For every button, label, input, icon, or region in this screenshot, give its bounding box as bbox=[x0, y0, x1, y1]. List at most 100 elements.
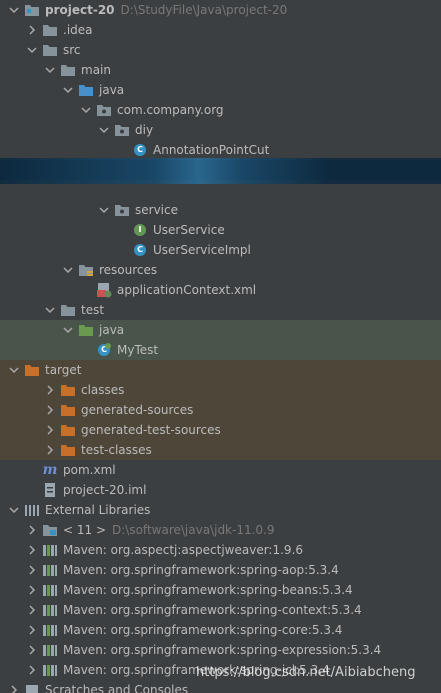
tree-row-generated-test-sources[interactable]: generated-test-sources bbox=[0, 420, 441, 440]
chevron-right-icon[interactable] bbox=[26, 540, 38, 560]
library-icon bbox=[42, 662, 58, 678]
folder-label: resources bbox=[99, 263, 158, 277]
tree-row-library[interactable]: Maven: org.springframework:spring-contex… bbox=[0, 600, 441, 620]
test-class-icon: C bbox=[96, 342, 112, 358]
chevron-right-icon[interactable] bbox=[26, 600, 38, 620]
chevron-right-icon[interactable] bbox=[26, 20, 38, 40]
tree-row-diy[interactable]: diy bbox=[0, 120, 441, 140]
chevron-right-icon[interactable] bbox=[26, 640, 38, 660]
chevron-down-icon[interactable] bbox=[8, 500, 20, 520]
excluded-folder-icon bbox=[60, 442, 76, 458]
file-label: applicationContext.xml bbox=[117, 283, 257, 297]
tree-row-annotation-point-cut[interactable]: C AnnotationPointCut bbox=[0, 140, 441, 160]
jdk-path: D:\software\java\jdk-11.0.9 bbox=[112, 523, 275, 537]
project-path: D:\StudyFile\Java\project-20 bbox=[120, 3, 288, 17]
tree-row-package[interactable]: com.company.org bbox=[0, 100, 441, 120]
source-folder-icon bbox=[78, 82, 94, 98]
folder-label: .idea bbox=[63, 23, 93, 37]
tree-row-generated-sources[interactable]: generated-sources bbox=[0, 400, 441, 420]
library-label: Maven: org.springframework:spring-contex… bbox=[63, 603, 362, 617]
chevron-right-icon[interactable] bbox=[26, 620, 38, 640]
tree-row-test-java[interactable]: java bbox=[0, 320, 441, 340]
package-icon bbox=[114, 122, 130, 138]
chevron-down-icon[interactable] bbox=[80, 100, 92, 120]
chevron-down-icon[interactable] bbox=[44, 60, 56, 80]
external-libraries-label: External Libraries bbox=[45, 503, 151, 517]
file-label: project-20.iml bbox=[63, 483, 147, 497]
chevron-right-icon[interactable] bbox=[44, 380, 56, 400]
tree-row-service[interactable]: service bbox=[0, 200, 441, 220]
excluded-folder-icon bbox=[60, 382, 76, 398]
file-label: UserServiceImpl bbox=[153, 243, 251, 257]
tree-row-src[interactable]: src bbox=[0, 40, 441, 60]
tree-row-external-libraries[interactable]: External Libraries bbox=[0, 500, 441, 520]
chevron-down-icon[interactable] bbox=[8, 360, 20, 380]
file-label: pom.xml bbox=[63, 463, 116, 477]
library-icon bbox=[42, 542, 58, 558]
folder-label: target bbox=[45, 363, 82, 377]
watermark: https://blog.csdn.net/Aibiabcheng bbox=[196, 665, 416, 680]
file-label: UserService bbox=[153, 223, 225, 237]
tree-row-jdk[interactable]: < 11 > D:\software\java\jdk-11.0.9 bbox=[0, 520, 441, 540]
tree-row-iml[interactable]: project-20.iml bbox=[0, 480, 441, 500]
folder-label: main bbox=[81, 63, 111, 77]
chevron-down-icon[interactable] bbox=[62, 80, 74, 100]
tree-row-library[interactable]: Maven: org.aspectj:aspectjweaver:1.9.6 bbox=[0, 540, 441, 560]
folder-label: java bbox=[99, 83, 125, 97]
chevron-down-icon[interactable] bbox=[62, 320, 74, 340]
tree-row-app-context[interactable]: applicationContext.xml bbox=[0, 280, 441, 300]
tree-row-scratches[interactable]: Scratches and Consoles bbox=[0, 680, 441, 693]
chevron-right-icon[interactable] bbox=[8, 680, 20, 693]
package-icon bbox=[96, 102, 112, 118]
chevron-right-icon[interactable] bbox=[26, 560, 38, 580]
tree-row-main[interactable]: main bbox=[0, 60, 441, 80]
chevron-right-icon[interactable] bbox=[26, 520, 38, 540]
tree-row-user-service[interactable]: I UserService bbox=[0, 220, 441, 240]
tree-row-test[interactable]: test bbox=[0, 300, 441, 320]
chevron-down-icon[interactable] bbox=[98, 200, 110, 220]
chevron-down-icon[interactable] bbox=[98, 120, 110, 140]
tree-row-resources[interactable]: resources bbox=[0, 260, 441, 280]
resources-folder-icon bbox=[78, 262, 94, 278]
folder-label: java bbox=[99, 323, 125, 337]
tree-row-user-service-impl[interactable]: C UserServiceImpl bbox=[0, 240, 441, 260]
chevron-right-icon[interactable] bbox=[44, 420, 56, 440]
class-icon: C bbox=[132, 142, 148, 158]
folder-label: generated-test-sources bbox=[81, 423, 221, 437]
tree-row-classes[interactable]: classes bbox=[0, 380, 441, 400]
tree-row-java[interactable]: java bbox=[0, 80, 441, 100]
library-label: Maven: org.springframework:spring-expres… bbox=[63, 643, 382, 657]
maven-icon: m bbox=[42, 462, 58, 478]
chevron-right-icon[interactable] bbox=[26, 660, 38, 680]
jdk-folder-icon bbox=[42, 522, 58, 538]
library-icon bbox=[42, 602, 58, 618]
tree-row-pom[interactable]: m pom.xml bbox=[0, 460, 441, 480]
tree-row-test-classes[interactable]: test-classes bbox=[0, 440, 441, 460]
library-icon bbox=[42, 622, 58, 638]
tree-row-library[interactable]: Maven: org.springframework:spring-beans:… bbox=[0, 580, 441, 600]
library-icon bbox=[42, 642, 58, 658]
libraries-icon bbox=[24, 502, 40, 518]
excluded-folder-icon bbox=[60, 402, 76, 418]
module-folder-icon bbox=[24, 2, 40, 18]
chevron-right-icon[interactable] bbox=[44, 440, 56, 460]
tree-row-library[interactable]: Maven: org.springframework:spring-core:5… bbox=[0, 620, 441, 640]
tree-row-my-test[interactable]: C MyTest bbox=[0, 340, 441, 360]
folder-icon bbox=[42, 22, 58, 38]
chevron-down-icon[interactable] bbox=[26, 40, 38, 60]
scratches-icon bbox=[24, 682, 40, 693]
tree-row-library[interactable]: Maven: org.springframework:spring-expres… bbox=[0, 640, 441, 660]
excluded-folder-icon bbox=[60, 422, 76, 438]
tree-row-library[interactable]: Maven: org.springframework:spring-aop:5.… bbox=[0, 560, 441, 580]
tree-row-project[interactable]: project-20 D:\StudyFile\Java\project-20 bbox=[0, 0, 441, 20]
tree-row-idea[interactable]: .idea bbox=[0, 20, 441, 40]
library-label: Maven: org.springframework:spring-core:5… bbox=[63, 623, 343, 637]
chevron-right-icon[interactable] bbox=[26, 580, 38, 600]
tree-row-target[interactable]: target bbox=[0, 360, 441, 380]
chevron-down-icon[interactable] bbox=[62, 260, 74, 280]
folder-label: src bbox=[63, 43, 81, 57]
package-icon bbox=[114, 202, 130, 218]
chevron-down-icon[interactable] bbox=[8, 0, 20, 20]
chevron-down-icon[interactable] bbox=[44, 300, 56, 320]
chevron-right-icon[interactable] bbox=[44, 400, 56, 420]
